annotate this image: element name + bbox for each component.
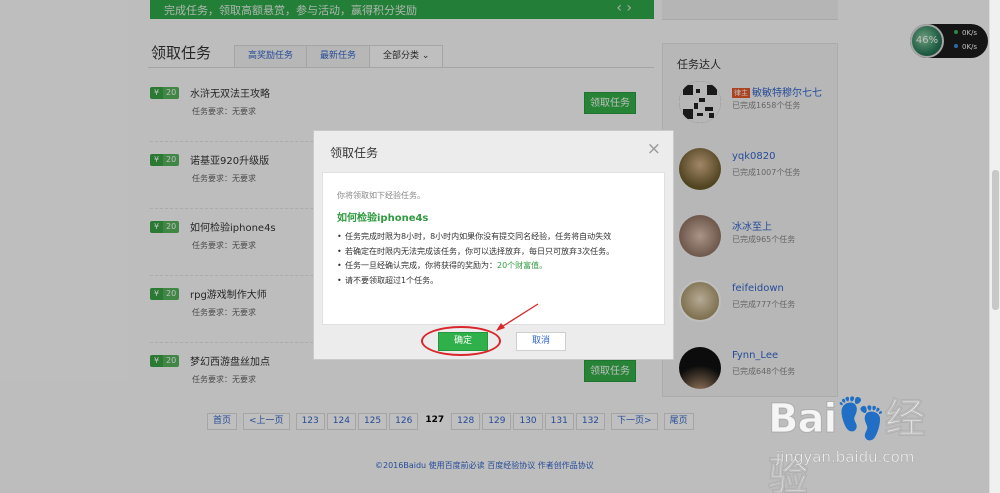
- reward-amount: 20个财富值。: [497, 261, 548, 270]
- dialog-intro: 你将领取如下经验任务。: [337, 191, 425, 200]
- rule-text: 任务一旦经确认完成，你将获得的奖励为：: [345, 261, 497, 270]
- annotation-circle: [421, 326, 501, 356]
- rule-item: 任务完成时限为8小时，8小时内如果你没有提交同名经验，任务将自动失效: [337, 230, 657, 245]
- watermark-url: jingyan.baidu.com: [776, 448, 915, 467]
- rule-item: 任务一旦经确认完成，你将获得的奖励为：20个财富值。: [337, 259, 657, 274]
- annotation-arrow-icon: [496, 303, 539, 331]
- dialog-task-name: 如何检验iphone4s: [337, 213, 429, 224]
- dialog-title: 领取任务: [330, 146, 379, 160]
- close-icon[interactable]: ×: [647, 140, 661, 158]
- scrollbar-thumb[interactable]: [992, 170, 999, 310]
- baidu-jingyan-watermark: Bai👣经验 jingyan.baidu.com: [768, 386, 958, 493]
- baidu-jingyan-logo: Bai👣经验: [768, 396, 926, 493]
- rule-item: 请不要领取超过1个任务。: [337, 274, 657, 289]
- rule-item: 若确定在时限内无法完成该任务，你可以选择放弃，每日只可放弃3次任务。: [337, 245, 657, 260]
- cancel-button[interactable]: 取消: [516, 332, 566, 351]
- page-scrollbar[interactable]: [989, 0, 1000, 493]
- dialog-header: 领取任务 ×: [314, 131, 673, 171]
- rules-list: 任务完成时限为8小时，8小时内如果你没有提交同名经验，任务将自动失效 若确定在时…: [337, 230, 657, 288]
